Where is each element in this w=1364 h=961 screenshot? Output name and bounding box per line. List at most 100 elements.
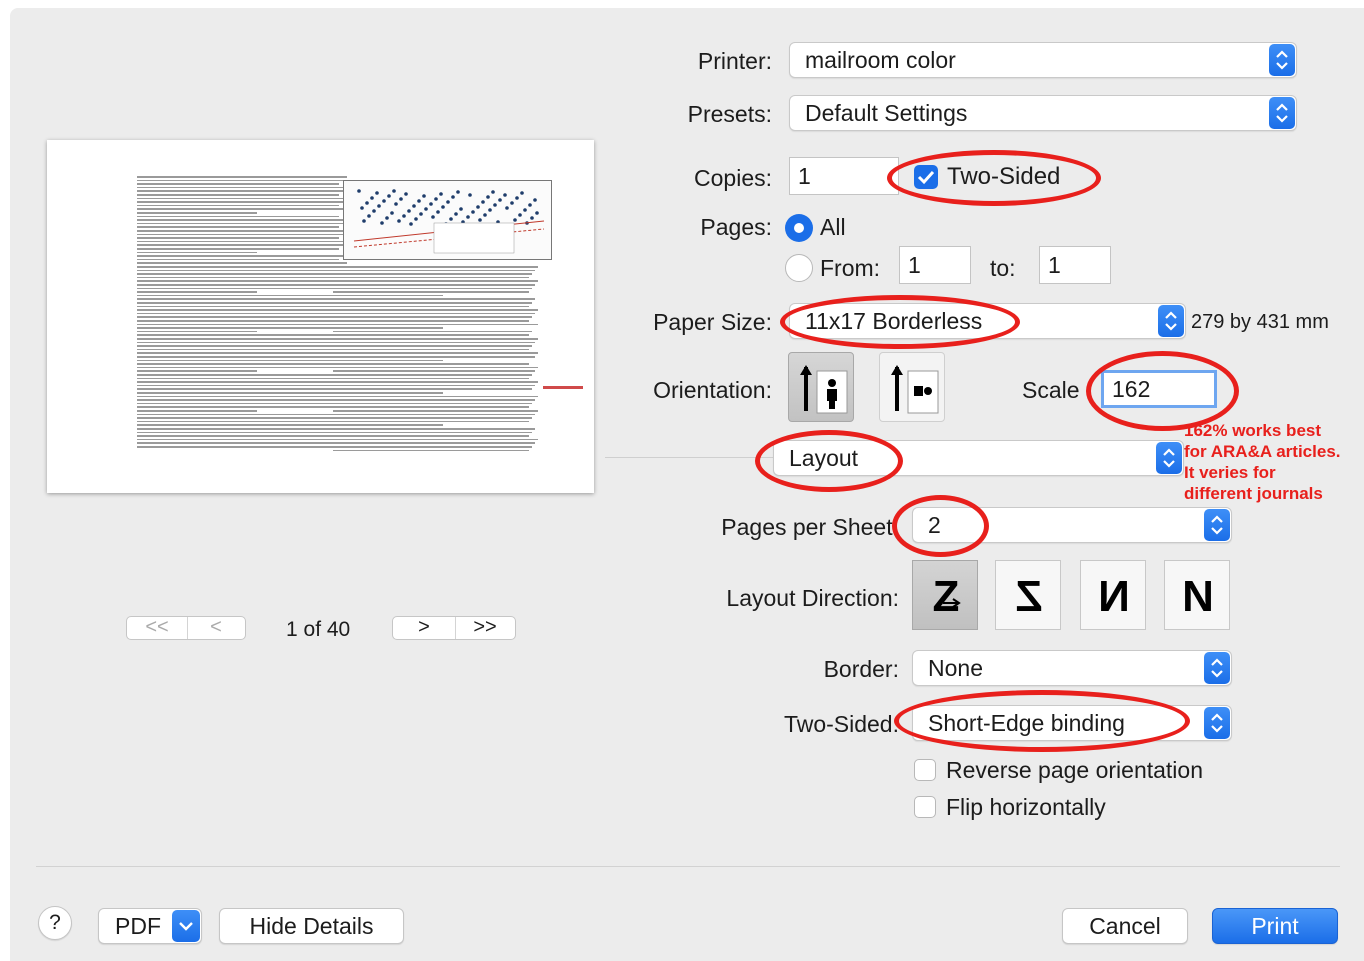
preview-text-line	[333, 334, 529, 336]
preview-figure-dot	[404, 192, 408, 196]
print-button[interactable]: Print	[1212, 908, 1338, 944]
preview-text-line	[137, 269, 339, 272]
border-popup[interactable]: None	[912, 650, 1232, 686]
preview-figure-dot	[357, 189, 361, 193]
preview-figure-dot	[488, 208, 492, 212]
section-popup-value: Layout	[789, 445, 859, 471]
preview-figure-dot	[380, 221, 384, 225]
preview-figure-dot	[367, 214, 371, 218]
layout-direction-z-button[interactable]: Z	[912, 560, 978, 630]
preview-figure-dot	[515, 196, 519, 200]
preview-text-line	[137, 219, 347, 221]
preview-text-line	[137, 244, 343, 246]
preview-figure-dot	[476, 205, 480, 209]
two-sided-binding-value: Short-Edge binding	[928, 710, 1125, 736]
preview-text-line	[137, 334, 339, 336]
pages-to-field[interactable]: 1	[1039, 246, 1111, 284]
copies-field[interactable]: 1	[789, 157, 899, 195]
preview-text-line	[333, 294, 443, 297]
preview-text-line	[333, 435, 529, 437]
preview-text-line	[137, 392, 347, 394]
layout-reverse-z-icon: Z	[1016, 572, 1043, 621]
presets-label: Presets:	[687, 101, 772, 127]
preview-text-line	[333, 417, 532, 419]
layout-z-icon: Z	[933, 572, 961, 621]
preview-text-line	[137, 377, 339, 380]
pdf-menu-button[interactable]: PDF	[98, 908, 202, 944]
last-page-button[interactable]: >>	[455, 617, 515, 639]
border-value: None	[928, 655, 983, 681]
two-sided-checkbox[interactable]	[914, 165, 938, 189]
annotation-line-4: different journals	[1184, 484, 1323, 503]
preview-figure-dot	[498, 198, 502, 202]
preview-text-line	[137, 327, 347, 329]
pages-per-sheet-popup[interactable]: 2	[912, 507, 1232, 543]
preview-figure-dot	[390, 211, 394, 215]
preview-text-line	[137, 222, 343, 225]
preview-text-line	[333, 345, 532, 347]
help-button[interactable]: ?	[38, 906, 72, 940]
preview-figure-dot	[402, 214, 406, 218]
preview-text-line	[137, 359, 347, 362]
preview-figure-dot	[523, 208, 527, 212]
preview-text-line	[137, 363, 343, 365]
preview-text-line	[333, 298, 535, 300]
preview-text-line	[137, 366, 339, 369]
preview-text-line	[137, 413, 347, 416]
preview-figure	[343, 180, 552, 260]
preview-text-line	[333, 348, 529, 351]
hide-details-button[interactable]: Hide Details	[219, 908, 404, 944]
preview-figure-dot	[362, 219, 366, 223]
flip-horizontally-checkbox[interactable]	[914, 796, 936, 818]
preview-figure-dot	[459, 207, 463, 211]
pages-all-radio[interactable]	[785, 214, 813, 242]
layout-n-icon: N	[1182, 572, 1214, 621]
reverse-page-orientation-checkbox[interactable]	[914, 759, 936, 781]
printer-popup[interactable]: mailroom color	[789, 42, 1297, 78]
preview-figure-dot	[429, 202, 433, 206]
two-sided-binding-label: Two-Sided:	[783, 711, 899, 737]
preview-text-line	[137, 230, 347, 232]
pages-from-label: From:	[820, 255, 881, 281]
layout-direction-reverse-n-button[interactable]: N	[1080, 560, 1146, 630]
preview-figure-dot	[533, 198, 537, 202]
pdf-label: PDF	[115, 913, 161, 939]
preview-text-line	[333, 338, 538, 340]
presets-value: Default Settings	[805, 100, 968, 126]
paper-size-popup[interactable]: 11x17 Borderless	[789, 303, 1186, 339]
next-page-button[interactable]: >	[393, 617, 456, 639]
preview-figure-dot	[375, 191, 379, 195]
preview-text-line	[137, 320, 343, 322]
chevron-updown-icon	[1204, 509, 1230, 541]
preview-figure-dot	[394, 202, 398, 206]
layout-direction-reverse-z-button[interactable]: Z	[995, 560, 1061, 630]
scale-field[interactable]: 162	[1101, 370, 1217, 408]
preview-text-line	[333, 424, 443, 426]
preview-text-line	[333, 388, 532, 390]
preview-text-line	[137, 341, 343, 344]
section-popup[interactable]: Layout	[773, 440, 1184, 476]
preview-text-line	[137, 305, 347, 308]
preview-text-line	[137, 176, 347, 178]
preview-figure-dot	[528, 203, 532, 207]
pages-from-field[interactable]: 1	[899, 246, 971, 284]
svg-text:N: N	[1098, 572, 1130, 621]
landscape-orientation-button[interactable]	[879, 352, 945, 422]
presets-popup[interactable]: Default Settings	[789, 95, 1297, 131]
cancel-button[interactable]: Cancel	[1062, 908, 1188, 944]
preview-text-line	[137, 381, 347, 383]
preview-nav-forward-group: > >>	[392, 616, 516, 640]
previous-page-button[interactable]: <	[187, 617, 245, 639]
scale-label: Scale	[1022, 377, 1080, 403]
preview-figure-dot	[441, 205, 445, 209]
preview-text-line	[137, 309, 343, 311]
preview-figure-dot	[466, 215, 470, 219]
two-sided-binding-popup[interactable]: Short-Edge binding	[912, 705, 1232, 741]
pages-range-radio[interactable]	[785, 254, 813, 282]
preview-text-line	[137, 424, 347, 426]
orientation-label: Orientation:	[653, 377, 772, 403]
first-page-button[interactable]: <<	[127, 617, 188, 639]
paper-size-value: 11x17 Borderless	[805, 308, 983, 334]
portrait-orientation-button[interactable]	[788, 352, 854, 422]
layout-direction-n-button[interactable]: N	[1164, 560, 1230, 630]
